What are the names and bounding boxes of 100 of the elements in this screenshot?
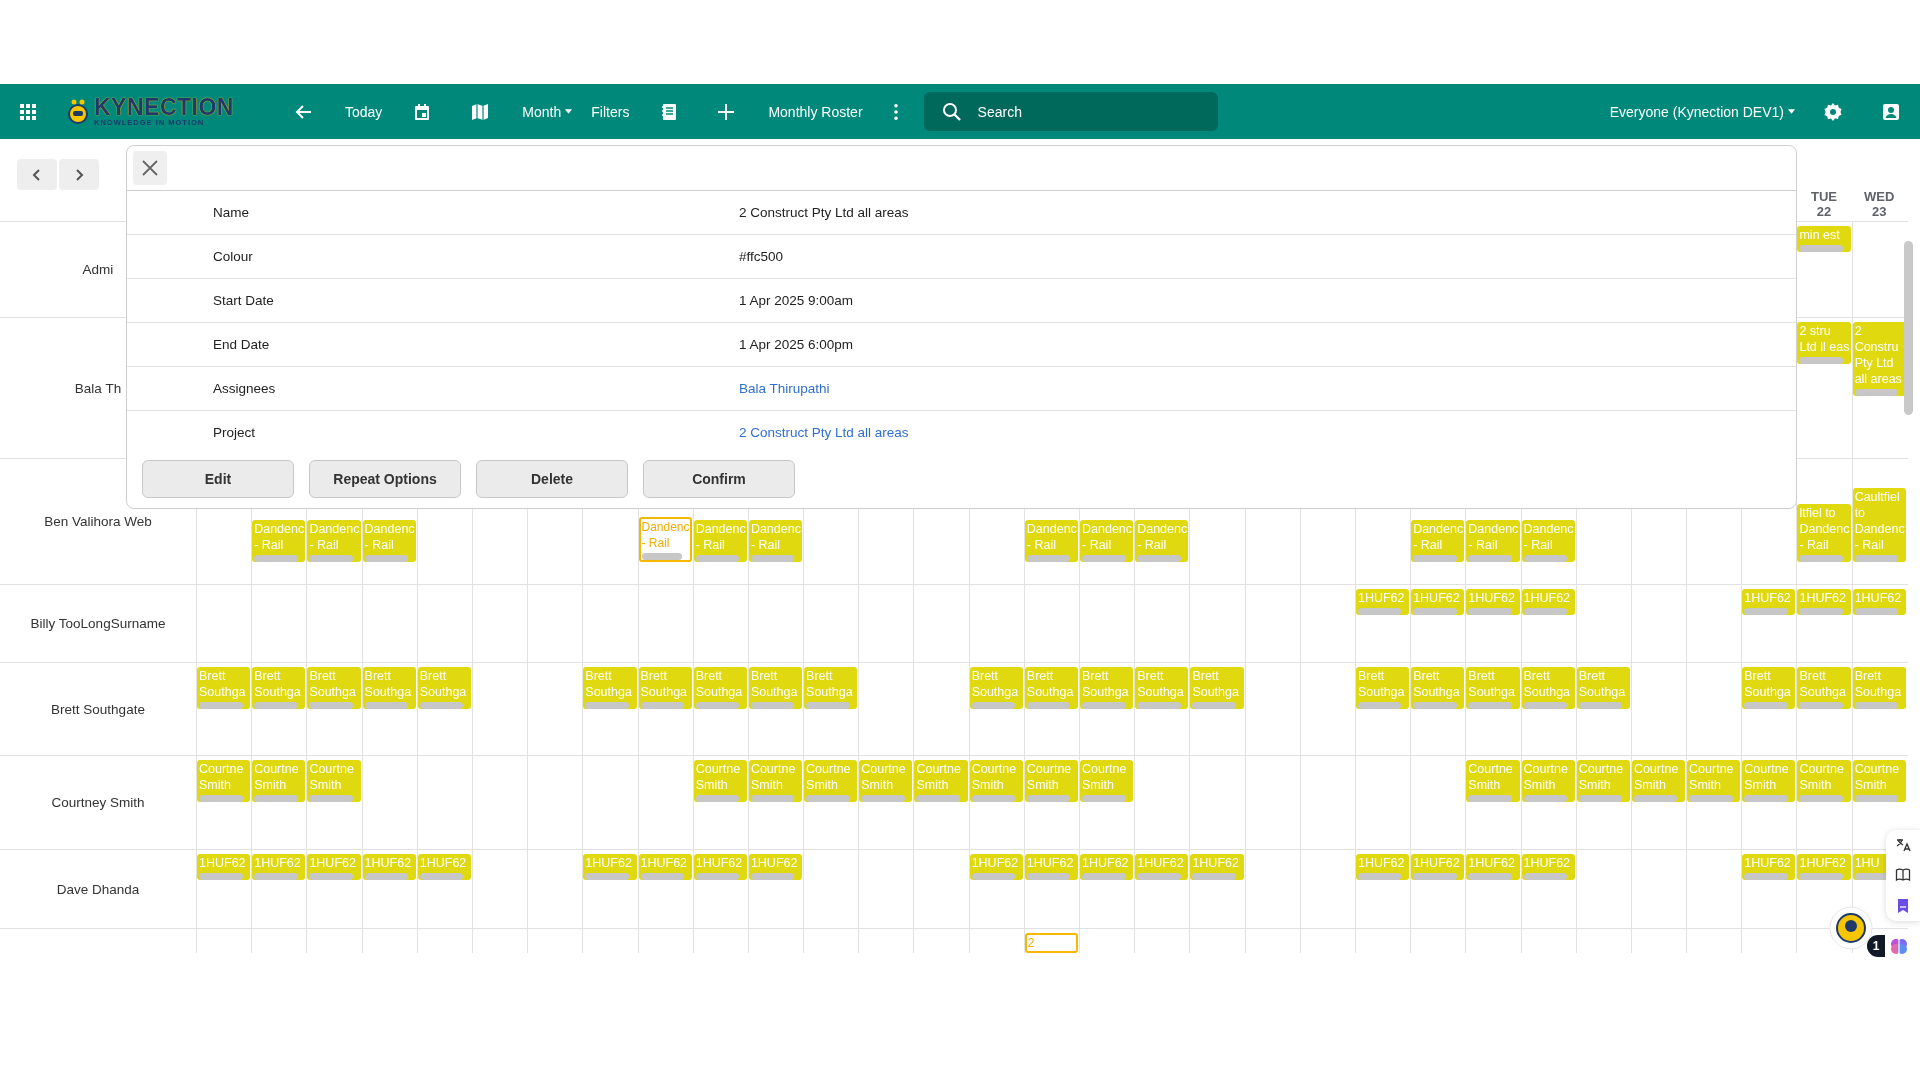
shift-chip[interactable]: Courtne Smith	[914, 760, 968, 802]
shift-chip[interactable]: min est	[1797, 226, 1851, 252]
map-icon[interactable]	[470, 101, 491, 122]
shift-chip[interactable]: 2	[1024, 933, 1078, 953]
shift-chip[interactable]: 1HUF62	[197, 854, 251, 880]
shift-chip[interactable]: Courtne Smith	[307, 760, 361, 802]
shift-chip[interactable]: Dandenc - Rail	[693, 520, 747, 562]
shift-chip[interactable]: 1HUF62	[1797, 854, 1851, 880]
shift-chip[interactable]: Dandenc - Rail	[362, 520, 416, 562]
shift-chip[interactable]: Brett Southga	[1024, 667, 1078, 709]
shift-chip[interactable]: Brett Southga	[638, 667, 692, 709]
shift-chip[interactable]: 1HUF62	[307, 854, 361, 880]
shift-chip[interactable]: 1HUF62	[1355, 854, 1410, 880]
shift-chip[interactable]: 1HUF62	[1521, 854, 1575, 880]
search-field[interactable]: Search	[923, 92, 1218, 131]
shift-chip[interactable]: Brett Southga	[417, 667, 471, 709]
close-button[interactable]	[133, 151, 167, 185]
shift-chip[interactable]: 1HUF62	[693, 854, 747, 880]
shift-chip[interactable]: Courtne Smith	[1631, 760, 1686, 802]
shift-chip[interactable]: 1HUF62	[1135, 854, 1189, 880]
apps-grid-icon[interactable]	[18, 101, 38, 122]
plus-icon[interactable]	[716, 101, 737, 122]
dialog-button[interactable]: Repeat Options	[309, 460, 461, 498]
bookmark-icon[interactable]	[1895, 897, 1911, 914]
shift-chip[interactable]: Courtne Smith	[197, 760, 251, 802]
today-button[interactable]: Today	[345, 103, 383, 120]
shift-chip[interactable]: 1HUF62	[583, 854, 637, 880]
shift-chip[interactable]: Brett Southga	[1466, 667, 1520, 709]
shift-chip[interactable]: Courtne Smith	[1080, 760, 1134, 802]
shift-chip[interactable]: 1HUF62	[969, 854, 1023, 880]
shift-chip[interactable]: Courtne Smith	[693, 760, 747, 802]
monthly-roster-button[interactable]: Monthly Roster	[768, 103, 863, 120]
shift-chip[interactable]: Brett Southga	[1742, 667, 1796, 709]
shift-chip[interactable]: Courtne Smith	[1742, 760, 1796, 802]
shift-chip[interactable]: Dandenc - Rail	[1135, 520, 1189, 562]
shift-chip[interactable]: 1HUF62	[362, 854, 416, 880]
shift-chip[interactable]: 2 stru Ltd ll eas	[1797, 322, 1851, 364]
shift-chip[interactable]: Brett Southga	[804, 667, 858, 709]
shift-chip[interactable]: Courtne Smith	[969, 760, 1023, 802]
shift-chip[interactable]: Brett Southga	[1355, 667, 1410, 709]
shift-chip[interactable]: Brett Southga	[1411, 667, 1465, 709]
shift-chip[interactable]: 1HUF62	[748, 854, 803, 880]
brain-icon[interactable]	[1889, 936, 1909, 956]
shift-chip[interactable]: 1HUF62	[1411, 854, 1465, 880]
shift-chip[interactable]: Dandenc - Rail	[1411, 520, 1465, 562]
shift-chip[interactable]: Courtne Smith	[1797, 760, 1851, 802]
shift-chip[interactable]: 1HUF62	[252, 854, 306, 880]
settings-icon[interactable]	[1823, 101, 1843, 122]
shift-chip[interactable]: Brett Southga	[693, 667, 747, 709]
shift-chip[interactable]: Dandenc - Rail	[1466, 520, 1520, 562]
shift-chip[interactable]: Brett Southga	[583, 667, 637, 709]
shift-chip[interactable]: Courtne Smith	[1024, 760, 1078, 802]
shift-chip[interactable]: Courtne Smith	[859, 760, 913, 802]
field-link[interactable]: Bala Thirupathi	[739, 381, 830, 396]
shift-chip[interactable]: 1HUF62	[1797, 589, 1851, 615]
account-icon[interactable]	[1881, 101, 1901, 122]
shift-chip[interactable]: Brett Southga	[748, 667, 803, 709]
shift-chip[interactable]: Courtne Smith	[252, 760, 306, 802]
shift-chip[interactable]: Brett Southga	[252, 667, 306, 709]
book-icon[interactable]	[1895, 867, 1911, 884]
shift-chip[interactable]: Courtne Smith	[804, 760, 858, 802]
next-button[interactable]	[59, 159, 99, 190]
field-link[interactable]: 2 Construct Pty Ltd all areas	[739, 425, 909, 440]
shift-chip[interactable]: Brett Southga	[362, 667, 416, 709]
shift-chip[interactable]: 1HUF62	[1466, 589, 1520, 615]
shift-chip[interactable]: Brett Southga	[969, 667, 1023, 709]
shift-chip[interactable]: Caultfiel to Dandenc - Rail	[1852, 488, 1906, 562]
shift-chip[interactable]: Brett Southga	[1135, 667, 1189, 709]
translate-icon[interactable]	[1895, 837, 1911, 854]
shift-chip[interactable]: Courtne Smith	[1687, 760, 1741, 802]
month-dropdown[interactable]: Month	[522, 103, 573, 120]
shift-chip[interactable]: 1HUF62	[1742, 589, 1796, 615]
shift-chip[interactable]: Brett Southga	[1852, 667, 1906, 709]
shift-chip[interactable]: Brett Southga	[1521, 667, 1575, 709]
shift-chip[interactable]: Courtne Smith	[748, 760, 803, 802]
shift-chip[interactable]: 1HUF62	[1190, 854, 1244, 880]
shift-chip[interactable]: Dandenc - Rail	[1024, 520, 1078, 562]
shift-chip[interactable]: 1HUF62	[1852, 589, 1906, 615]
shift-chip[interactable]: Dandenc - Rail	[307, 520, 361, 562]
shift-chip[interactable]: Brett Southga	[1797, 667, 1851, 709]
filters-button[interactable]: Filters	[591, 103, 630, 120]
shift-chip[interactable]: Brett Southga	[307, 667, 361, 709]
shift-chip[interactable]: 2 Constru Pty Ltd all areas	[1852, 322, 1906, 396]
shift-chip[interactable]: Courtne Smith	[1521, 760, 1575, 802]
dialog-button[interactable]: Delete	[476, 460, 628, 498]
shift-chip[interactable]: 1HUF62	[1355, 589, 1410, 615]
shift-chip[interactable]: Dandenc - Rail	[748, 520, 803, 562]
scrollbar-thumb[interactable]	[1904, 241, 1913, 415]
shift-chip[interactable]: 1HUF62	[638, 854, 692, 880]
shift-chip[interactable]: Brett Southga	[1190, 667, 1244, 709]
more-options-icon[interactable]	[892, 102, 899, 121]
shift-chip[interactable]: 1HUF62	[1080, 854, 1134, 880]
shift-chip[interactable]: 1HUF62	[1521, 589, 1575, 615]
shift-chip[interactable]: Courtne Smith	[1852, 760, 1906, 802]
shift-chip[interactable]: Dandenc - Rail	[1521, 520, 1575, 562]
dialog-button[interactable]: Edit	[142, 460, 294, 498]
assistant-avatar-icon[interactable]	[1829, 906, 1873, 950]
dialog-button[interactable]: Confirm	[643, 460, 795, 498]
shift-chip[interactable]: 1HUF62	[1466, 854, 1520, 880]
shift-chip[interactable]: Brett Southga	[197, 667, 251, 709]
